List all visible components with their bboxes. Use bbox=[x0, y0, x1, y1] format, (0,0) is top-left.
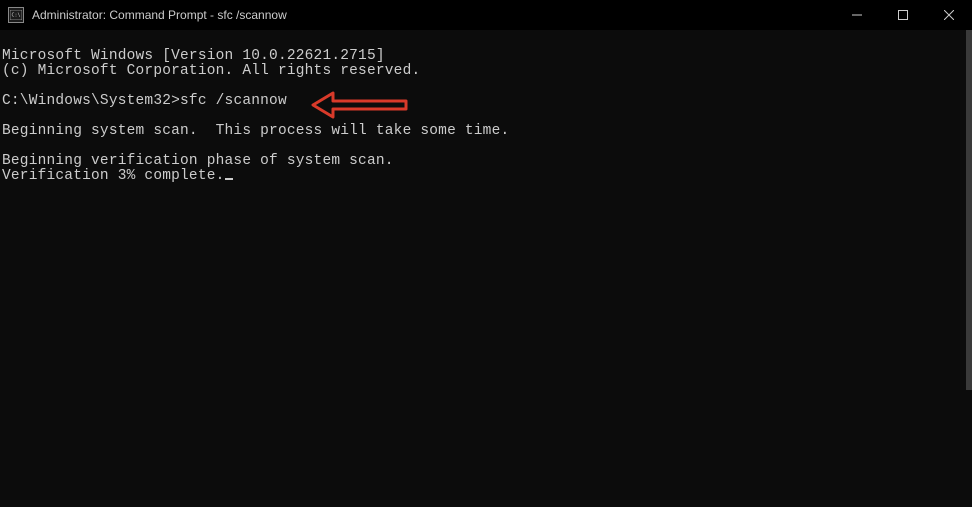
cursor bbox=[225, 178, 233, 180]
scrollbar[interactable] bbox=[966, 30, 972, 390]
svg-text:C:\: C:\ bbox=[12, 13, 21, 19]
scan-begin-line: Beginning system scan. This process will… bbox=[2, 123, 509, 139]
terminal-output[interactable]: Microsoft Windows [Version 10.0.22621.27… bbox=[0, 30, 972, 507]
verify-begin-line: Beginning verification phase of system s… bbox=[2, 153, 394, 169]
maximize-button[interactable] bbox=[880, 0, 926, 30]
window-title: Administrator: Command Prompt - sfc /sca… bbox=[32, 8, 834, 22]
titlebar: C:\ Administrator: Command Prompt - sfc … bbox=[0, 0, 972, 30]
window-controls bbox=[834, 0, 972, 30]
minimize-button[interactable] bbox=[834, 0, 880, 30]
prompt-line: C:\Windows\System32>sfc /scannow bbox=[2, 93, 287, 109]
minimize-icon bbox=[852, 10, 862, 20]
version-line: Microsoft Windows [Version 10.0.22621.27… bbox=[2, 48, 385, 64]
maximize-icon bbox=[898, 10, 908, 20]
command-text: sfc /scannow bbox=[180, 93, 287, 109]
prompt-path: C:\Windows\System32> bbox=[2, 93, 180, 109]
cmd-icon: C:\ bbox=[8, 7, 24, 23]
annotation-arrow bbox=[275, 76, 411, 147]
verify-progress-line: Verification 3% complete. bbox=[2, 168, 233, 184]
close-icon bbox=[944, 10, 954, 20]
close-button[interactable] bbox=[926, 0, 972, 30]
